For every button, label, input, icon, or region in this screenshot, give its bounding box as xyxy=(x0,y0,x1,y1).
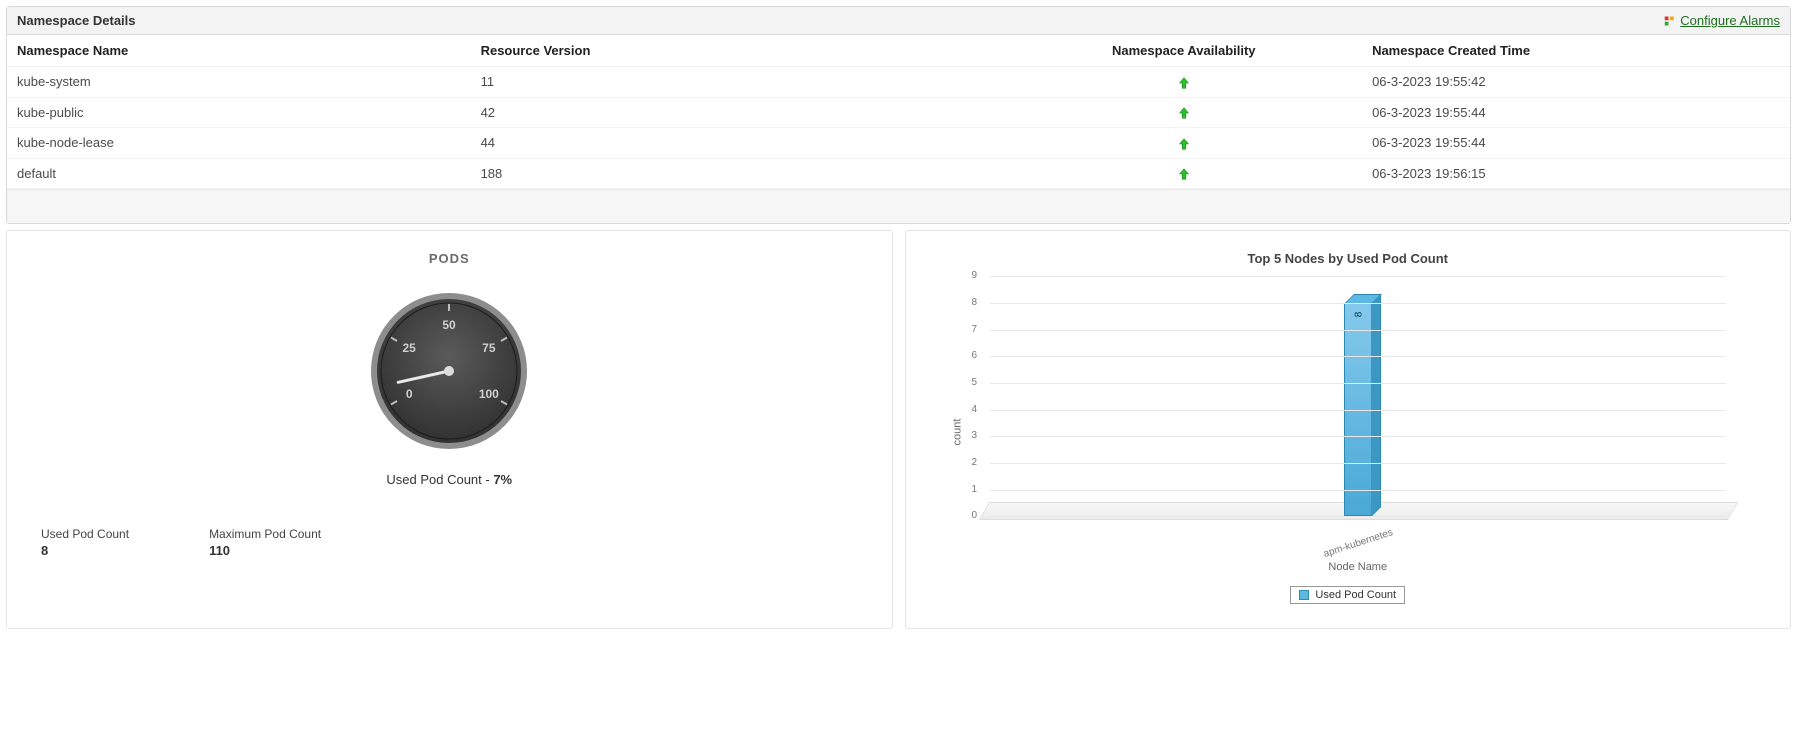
grid-line: 8 xyxy=(990,303,1727,304)
caption-prefix: Used Pod Count - xyxy=(386,472,493,487)
legend-swatch-icon xyxy=(1299,590,1309,600)
cell-resource-version: 188 xyxy=(471,158,1006,189)
cell-created-time: 06-3-2023 19:56:15 xyxy=(1362,158,1790,189)
bar-value-label: 8 xyxy=(1353,300,1364,328)
pods-stats-row: Used Pod Count 8 Maximum Pod Count 110 xyxy=(41,527,868,558)
cell-namespace-name: kube-public xyxy=(7,97,471,128)
y-tick-label: 2 xyxy=(972,457,978,468)
chart-area: count 8 0123456789 apm-kubernetes Node N… xyxy=(990,276,1727,576)
col-resource-version[interactable]: Resource Version xyxy=(471,35,1006,67)
pods-gauge: 0 25 50 75 100 xyxy=(31,286,868,456)
cell-availability xyxy=(1005,158,1362,189)
y-tick-label: 3 xyxy=(972,430,978,441)
cell-namespace-name: default xyxy=(7,158,471,189)
svg-text:75: 75 xyxy=(482,341,496,355)
svg-text:100: 100 xyxy=(479,387,499,401)
col-created-time[interactable]: Namespace Created Time xyxy=(1362,35,1790,67)
cell-availability xyxy=(1005,97,1362,128)
cell-created-time: 06-3-2023 19:55:44 xyxy=(1362,97,1790,128)
y-tick-label: 8 xyxy=(972,297,978,308)
chart-x-axis-label: Node Name xyxy=(990,561,1727,573)
grid-line: 1 xyxy=(990,490,1727,491)
chart-legend: Used Pod Count xyxy=(930,586,1767,604)
legend-item[interactable]: Used Pod Count xyxy=(1290,586,1405,604)
stat-value: 8 xyxy=(41,543,129,558)
y-tick-label: 6 xyxy=(972,350,978,361)
namespace-table-header-row: Namespace Name Resource Version Namespac… xyxy=(7,35,1790,67)
namespace-panel-title: Namespace Details xyxy=(17,13,136,28)
stat-label: Used Pod Count xyxy=(41,527,129,541)
svg-text:50: 50 xyxy=(443,318,457,332)
grid-line: 5 xyxy=(990,383,1727,384)
chart-grid: 8 0123456789 xyxy=(990,276,1727,516)
grid-line: 4 xyxy=(990,410,1727,411)
cell-resource-version: 11 xyxy=(471,67,1006,98)
col-availability[interactable]: Namespace Availability xyxy=(1005,35,1362,67)
cell-created-time: 06-3-2023 19:55:44 xyxy=(1362,128,1790,159)
grid-line: 9 xyxy=(990,276,1727,277)
legend-label: Used Pod Count xyxy=(1315,589,1396,601)
bar-side-face xyxy=(1371,294,1381,517)
cell-created-time: 06-3-2023 19:55:42 xyxy=(1362,67,1790,98)
svg-text:25: 25 xyxy=(403,341,417,355)
stat-block: Maximum Pod Count 110 xyxy=(209,527,321,558)
table-row[interactable]: default188 06-3-2023 19:56:15 xyxy=(7,158,1790,189)
namespace-details-panel: Namespace Details Configure Alarms Names… xyxy=(6,6,1791,224)
table-row[interactable]: kube-system11 06-3-2023 19:55:42 xyxy=(7,67,1790,98)
y-tick-label: 4 xyxy=(972,404,978,415)
chart-x-categories: apm-kubernetes xyxy=(990,538,1727,549)
y-tick-label: 9 xyxy=(972,270,978,281)
namespace-panel-footer xyxy=(7,189,1790,223)
pods-card-title: PODS xyxy=(31,251,868,266)
top-nodes-chart-card: Top 5 Nodes by Used Pod Count count 8 0 1… xyxy=(905,230,1792,629)
cell-availability xyxy=(1005,128,1362,159)
up-arrow-icon xyxy=(1177,166,1191,182)
up-arrow-icon xyxy=(1177,135,1191,151)
cell-availability xyxy=(1005,67,1362,98)
alarm-icon xyxy=(1664,15,1676,27)
configure-alarms-link[interactable]: Configure Alarms xyxy=(1664,13,1780,28)
chart-y-axis-label: count xyxy=(951,419,963,446)
y-tick-label: 7 xyxy=(972,324,978,335)
table-row[interactable]: kube-public42 06-3-2023 19:55:44 xyxy=(7,97,1790,128)
cell-resource-version: 42 xyxy=(471,97,1006,128)
pods-gauge-caption: Used Pod Count - 7% xyxy=(31,472,868,487)
caption-value: 7% xyxy=(493,472,512,487)
stat-label: Maximum Pod Count xyxy=(209,527,321,541)
grid-line: 3 xyxy=(990,436,1727,437)
dashboard-lower-row: PODS 0255075100 Used Pod Cou xyxy=(6,230,1791,629)
y-tick-label: 0 xyxy=(972,510,978,521)
configure-alarms-label: Configure Alarms xyxy=(1680,13,1780,28)
up-arrow-icon xyxy=(1177,74,1191,90)
grid-line: 0 xyxy=(990,516,1727,517)
cell-namespace-name: kube-node-lease xyxy=(7,128,471,159)
table-row[interactable]: kube-node-lease44 06-3-2023 19:55:44 xyxy=(7,128,1790,159)
y-tick-label: 1 xyxy=(972,484,978,495)
grid-line: 7 xyxy=(990,330,1727,331)
namespace-table: Namespace Name Resource Version Namespac… xyxy=(7,35,1790,189)
svg-text:0: 0 xyxy=(406,387,413,401)
up-arrow-icon xyxy=(1177,105,1191,121)
cell-resource-version: 44 xyxy=(471,128,1006,159)
stat-block: Used Pod Count 8 xyxy=(41,527,129,558)
chart-title: Top 5 Nodes by Used Pod Count xyxy=(930,251,1767,266)
cell-namespace-name: kube-system xyxy=(7,67,471,98)
y-tick-label: 5 xyxy=(972,377,978,388)
stat-value: 110 xyxy=(209,543,321,558)
col-namespace-name[interactable]: Namespace Name xyxy=(7,35,471,67)
namespace-panel-header: Namespace Details Configure Alarms xyxy=(7,7,1790,35)
pods-card: PODS 0255075100 Used Pod Cou xyxy=(6,230,893,629)
grid-line: 6 xyxy=(990,356,1727,357)
